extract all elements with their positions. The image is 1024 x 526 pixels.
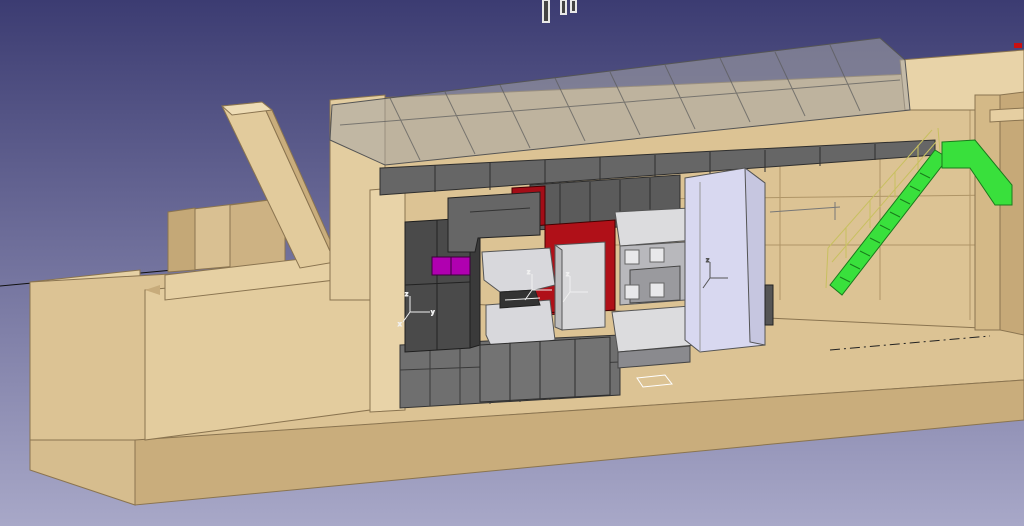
svg-text:z: z <box>527 269 530 276</box>
axis-y-label: y <box>431 309 435 316</box>
svg-text:z: z <box>566 271 569 278</box>
lower-shield-blocks[interactable] <box>479 336 611 403</box>
axis-z-label: z <box>405 291 408 298</box>
marker-flag <box>1014 43 1022 48</box>
electronics-cabinet[interactable] <box>684 166 766 353</box>
magenta-panel[interactable] <box>431 256 471 276</box>
scene-canvas[interactable]: z y x z z z <box>0 0 1024 526</box>
cad-3d-viewport[interactable]: z y x z z z <box>0 0 1024 526</box>
quadrupole-block[interactable] <box>554 241 606 331</box>
svg-text:z: z <box>706 257 709 264</box>
side-panel[interactable] <box>764 284 774 326</box>
axis-x-label: x <box>398 321 402 328</box>
mechanical-assembly[interactable] <box>611 207 696 369</box>
